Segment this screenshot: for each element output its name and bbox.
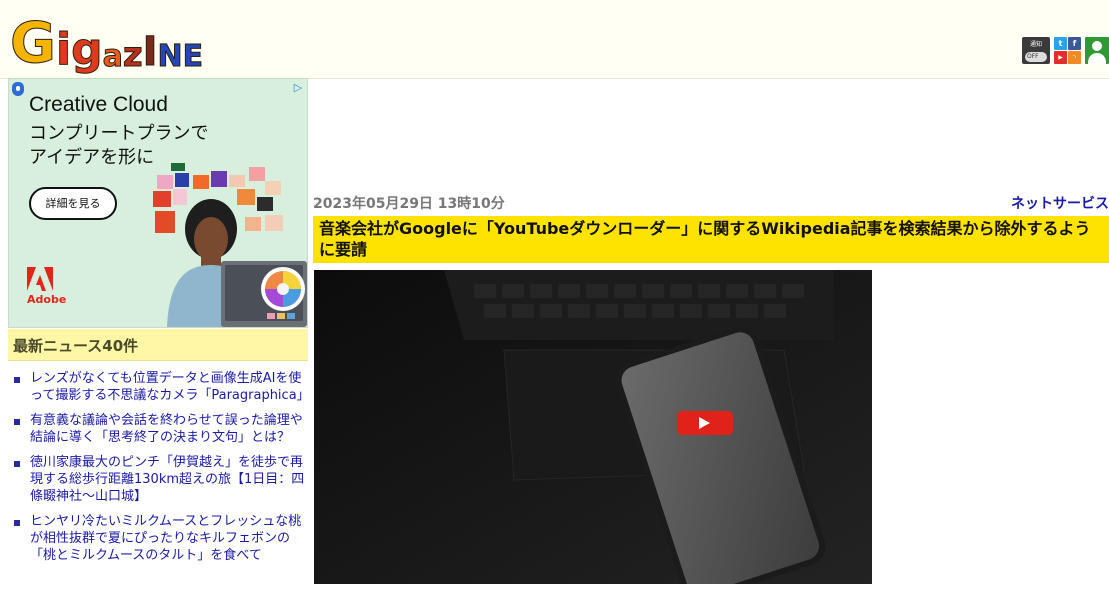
site-header: GigazINE 通知 OFF t f ▶ ◝	[0, 0, 1109, 79]
social-links: t f ▶ ◝	[1054, 36, 1081, 64]
logo-letter: z	[122, 35, 143, 75]
list-item: 徳川家康最大のピンチ「伊賀越え」を徒歩で再現する総歩行距離130km超えの旅【1…	[8, 454, 308, 505]
advertisement[interactable]: ▷ Creative Cloud コンプリートプランで アイデアを形に 詳細を見…	[8, 78, 308, 328]
rss-icon[interactable]: ◝	[1068, 50, 1081, 64]
facebook-icon[interactable]: f	[1068, 36, 1081, 50]
site-logo[interactable]: GigazINE	[10, 8, 204, 76]
article-hero-image[interactable]	[314, 270, 872, 584]
twitter-icon[interactable]: t	[1054, 36, 1067, 50]
news-link[interactable]: レンズがなくても位置データと画像生成AIを使って撮影する不思議なカメラ「Para…	[30, 370, 310, 404]
notification-label: 通知	[1029, 40, 1042, 48]
notification-toggle[interactable]: 通知 OFF	[1022, 36, 1050, 64]
header-icons: 通知 OFF t f ▶ ◝	[1022, 36, 1109, 64]
notification-state: OFF	[1025, 51, 1047, 62]
article-title[interactable]: 音楽会社がGoogleに「YouTubeダウンローダー」に関するWikipedi…	[319, 218, 1105, 260]
shield-icon	[12, 82, 24, 96]
adchoices-icon[interactable]: ▷	[291, 81, 305, 95]
ad-tagline: アイデアを形に	[29, 147, 155, 168]
logo-letter: i	[55, 24, 72, 75]
list-item: 有意義な議論や会話を終わらせて誤った論理や結論に導く「思考終了の決まり文句」とは…	[8, 412, 308, 446]
ad-title: Creative Cloud	[29, 93, 168, 116]
logo-letter: E	[182, 39, 204, 74]
latest-news-title: 最新ニュース40件	[13, 337, 139, 355]
ad-illustration	[153, 163, 307, 327]
user-icon[interactable]	[1085, 36, 1109, 64]
news-link[interactable]: 有意義な議論や会話を終わらせて誤った論理や結論に導く「思考終了の決まり文句」とは…	[30, 412, 308, 446]
youtube-icon[interactable]: ▶	[1054, 50, 1067, 64]
ad-brand: Adobe	[27, 293, 67, 306]
article-title-bar: 音楽会社がGoogleに「YouTubeダウンローダー」に関するWikipedi…	[313, 216, 1109, 263]
logo-letter: N	[157, 39, 183, 74]
logo-letter: g	[71, 24, 103, 75]
adobe-logo-icon	[27, 267, 53, 291]
news-link[interactable]: ヒンヤリ冷たいミルクムースとフレッシュな桃が相性抜群で夏にぴったりなキルフェボン…	[30, 513, 308, 564]
list-item: ヒンヤリ冷たいミルクムースとフレッシュな桃が相性抜群で夏にぴったりなキルフェボン…	[8, 513, 308, 564]
logo-letter: I	[142, 29, 158, 75]
article-meta: 2023年05月29日 13時10分 ネットサービス	[313, 193, 1109, 213]
article-date: 2023年05月29日 13時10分	[313, 196, 505, 212]
ad-details-button[interactable]: 詳細を見る	[29, 187, 117, 220]
ad-tagline: コンプリートプランで	[29, 123, 209, 144]
news-link[interactable]: 徳川家康最大のピンチ「伊賀越え」を徒歩で再現する総歩行距離130km超えの旅【1…	[30, 454, 308, 505]
list-item: レンズがなくても位置データと画像生成AIを使って撮影する不思議なカメラ「Para…	[8, 370, 310, 404]
latest-news-heading: 最新ニュース40件	[8, 329, 308, 361]
youtube-play-icon	[677, 411, 733, 435]
latest-news-list: レンズがなくても位置データと画像生成AIを使って撮影する不思議なカメラ「Para…	[8, 370, 310, 572]
article-category[interactable]: ネットサービス	[1011, 193, 1109, 213]
logo-letter: G	[10, 11, 57, 76]
logo-letter: a	[102, 39, 123, 74]
